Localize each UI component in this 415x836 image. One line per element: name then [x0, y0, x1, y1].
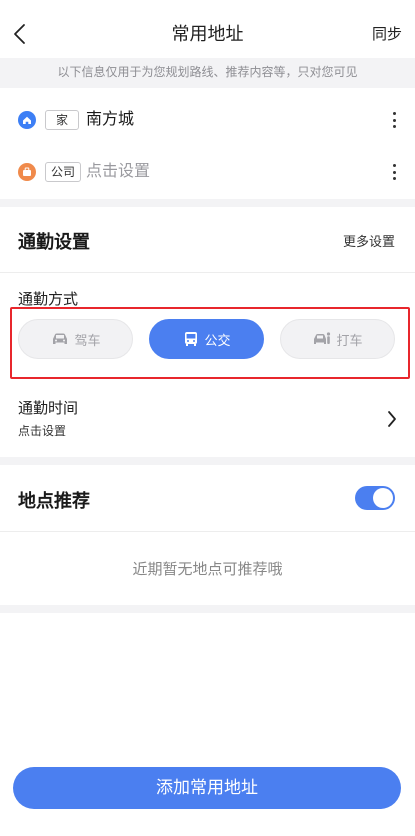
sync-button[interactable]: 同步: [372, 23, 402, 44]
section-gap: [0, 605, 415, 613]
place-recommend-title: 地点推荐: [18, 491, 90, 512]
page-title: 常用地址: [171, 24, 244, 45]
address-value: 南方城: [86, 109, 135, 128]
toggle-knob: [373, 488, 393, 508]
commute-settings-title: 通勤设置: [18, 232, 90, 253]
mode-label: 打车: [336, 333, 363, 349]
car-icon: [53, 333, 68, 344]
divider: [0, 531, 415, 532]
home-icon: [18, 111, 36, 129]
address-tag: 公司: [45, 162, 82, 182]
more-options-icon[interactable]: [393, 164, 397, 180]
empty-state-text: 近期暂无地点可推荐哦: [132, 560, 283, 578]
commute-time-label: 通勤时间: [18, 399, 79, 417]
address-value[interactable]: 点击设置: [86, 160, 150, 182]
taxi-icon: [314, 332, 331, 344]
commute-mode-label: 通勤方式: [18, 290, 79, 308]
section-gap: [0, 199, 415, 207]
mode-label: 驾车: [74, 333, 101, 349]
chevron-right-icon[interactable]: [387, 410, 397, 432]
mode-label: 公交: [204, 333, 231, 349]
mode-option-taxi[interactable]: 打车: [280, 319, 395, 359]
address-tag: 家: [45, 110, 79, 130]
commute-time-value[interactable]: 点击设置: [18, 422, 66, 439]
header: 常用地址 同步: [0, 0, 415, 64]
home-address-row[interactable]: 家 南方城: [0, 94, 415, 146]
company-address-row[interactable]: 公司 点击设置: [0, 146, 415, 198]
bus-icon: [185, 332, 198, 346]
section-gap: [0, 457, 415, 465]
privacy-notice: 以下信息仅用于为您规划路线、推荐内容等，只对您可见: [0, 58, 415, 88]
mode-option-car[interactable]: 驾车: [18, 319, 133, 359]
add-address-button[interactable]: 添加常用地址: [13, 767, 401, 809]
recommend-toggle[interactable]: [355, 486, 395, 510]
briefcase-icon: [18, 163, 36, 181]
more-settings-link[interactable]: 更多设置: [343, 231, 395, 250]
divider: [0, 272, 415, 273]
mode-option-bus[interactable]: 公交: [149, 319, 264, 359]
more-options-icon[interactable]: [393, 112, 397, 128]
